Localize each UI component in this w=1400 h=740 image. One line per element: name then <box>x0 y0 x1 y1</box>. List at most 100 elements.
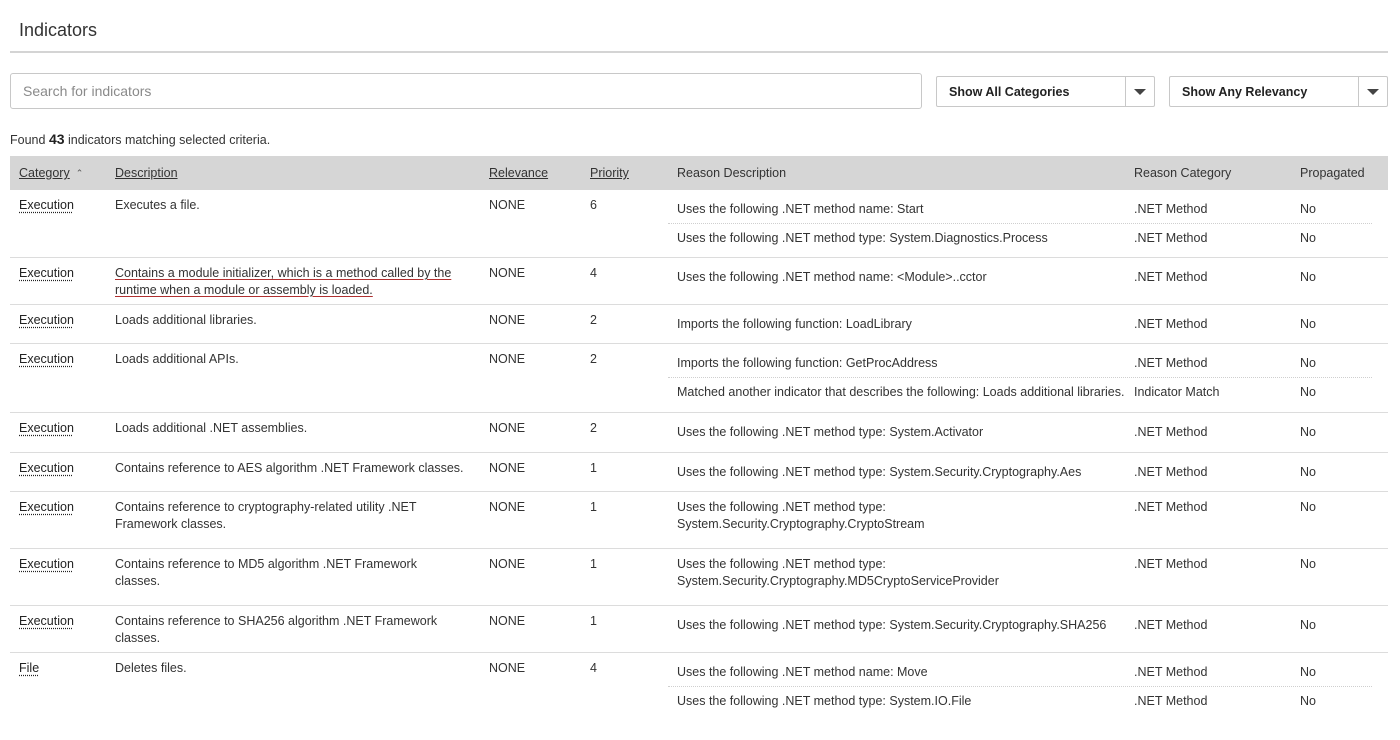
column-header-propagated: Propagated <box>1300 166 1365 180</box>
indicator-description: Loads additional .NET assemblies. <box>115 421 308 435</box>
table-row: Execution Contains reference to MD5 algo… <box>10 549 1388 606</box>
reason-entry: Uses the following .NET method type: Sys… <box>668 418 1372 447</box>
column-header-reason-description: Reason Description <box>677 166 787 180</box>
reason-description: Uses the following .NET method type: Sys… <box>677 465 1082 479</box>
category-link[interactable]: File <box>19 660 39 677</box>
table-row: File Deletes files. NONE 4 Uses the foll… <box>10 653 1388 719</box>
category-link[interactable]: Execution <box>19 312 74 329</box>
reason-entry: Uses the following .NET method name: Sta… <box>668 195 1372 224</box>
column-header-category-label: Category <box>19 166 70 180</box>
reason-category: .NET Method <box>1134 202 1208 216</box>
indicator-description: Contains reference to AES algorithm .NET… <box>115 461 464 475</box>
indicators-table: Category ⌃ Description Relevance Priorit… <box>10 156 1388 719</box>
category-link[interactable]: Execution <box>19 613 74 630</box>
sort-ascending-icon: ⌃ <box>75 167 84 178</box>
reason-description: Imports the following function: LoadLibr… <box>677 317 912 331</box>
reason-category: .NET Method <box>1134 356 1208 370</box>
table-row: Execution Executes a file. NONE 6 Uses t… <box>10 190 1388 258</box>
relevancy-filter-toggle[interactable] <box>1358 77 1387 106</box>
priority-value: 2 <box>590 352 597 366</box>
reason-description: Uses the following .NET method type: Sys… <box>677 231 1048 245</box>
results-suffix: indicators matching selected criteria. <box>68 133 271 147</box>
priority-value: 2 <box>590 313 597 327</box>
reason-propagated: No <box>1300 270 1316 284</box>
page-title: Indicators <box>19 20 98 40</box>
table-row: Execution Loads additional .NET assembli… <box>10 413 1388 453</box>
table-row: Execution Loads additional libraries. NO… <box>10 305 1388 344</box>
column-header-reason-category: Reason Category <box>1134 166 1232 180</box>
category-link[interactable]: Execution <box>19 499 74 516</box>
column-header-description[interactable]: Description <box>115 156 178 190</box>
table-row: Execution Contains reference to cryptogr… <box>10 492 1388 549</box>
indicator-description: Contains a module initializer, which is … <box>115 266 452 297</box>
relevance-value: NONE <box>489 661 526 675</box>
results-prefix: Found <box>10 133 46 147</box>
column-header-relevance[interactable]: Relevance <box>489 156 548 190</box>
indicator-description: Executes a file. <box>115 198 200 212</box>
search-input[interactable] <box>10 73 922 109</box>
reason-category: .NET Method <box>1134 425 1208 439</box>
relevance-value: NONE <box>489 557 526 571</box>
results-summary: Found 43 indicators matching selected cr… <box>10 131 270 147</box>
category-link[interactable]: Execution <box>19 556 74 573</box>
reason-description: Uses the following .NET method name: Sta… <box>677 202 924 216</box>
reason-entry: Matched another indicator that describes… <box>668 378 1372 407</box>
category-filter-toggle[interactable] <box>1125 77 1154 106</box>
reason-entry: Uses the following .NET method type: Sys… <box>668 687 1372 716</box>
relevancy-filter-label: Show Any Relevancy <box>1182 84 1308 99</box>
reason-propagated: No <box>1300 317 1316 331</box>
table-row: Execution Contains reference to SHA256 a… <box>10 606 1388 653</box>
reason-entry: Uses the following .NET method name: Mov… <box>668 658 1372 687</box>
reason-propagated: No <box>1300 500 1316 514</box>
reason-entry: Imports the following function: LoadLibr… <box>668 310 1372 339</box>
reason-entry: Uses the following .NET method type: Sys… <box>668 458 1372 487</box>
reason-description: Uses the following .NET method type: Sys… <box>677 618 1107 632</box>
indicator-description: Loads additional APIs. <box>115 352 239 366</box>
reason-propagated: No <box>1300 385 1316 399</box>
column-header-priority-label: Priority <box>590 166 629 180</box>
reason-category: .NET Method <box>1134 270 1208 284</box>
priority-value: 1 <box>590 557 597 571</box>
category-link[interactable]: Execution <box>19 460 74 477</box>
table-row: Execution Contains reference to AES algo… <box>10 453 1388 492</box>
relevance-value: NONE <box>489 198 526 212</box>
column-header-priority[interactable]: Priority <box>590 156 629 190</box>
priority-value: 1 <box>590 500 597 514</box>
reason-propagated: No <box>1300 694 1316 708</box>
reason-category: .NET Method <box>1134 618 1208 632</box>
indicator-description: Loads additional libraries. <box>115 313 257 327</box>
reason-category: .NET Method <box>1134 465 1208 479</box>
relevance-value: NONE <box>489 461 526 475</box>
category-link[interactable]: Execution <box>19 265 74 282</box>
priority-value: 4 <box>590 266 597 280</box>
reason-entry: Uses the following .NET method type: Sys… <box>668 492 1372 548</box>
relevancy-filter-select[interactable]: Show Any Relevancy <box>1169 76 1388 107</box>
reason-propagated: No <box>1300 618 1316 632</box>
relevance-value: NONE <box>489 614 526 628</box>
results-count: 43 <box>48 131 65 147</box>
priority-value: 6 <box>590 198 597 212</box>
reason-entry: Uses the following .NET method name: <Mo… <box>668 263 1372 292</box>
reason-propagated: No <box>1300 356 1316 370</box>
column-header-relevance-label: Relevance <box>489 166 549 180</box>
table-row: Execution Contains a module initializer,… <box>10 258 1388 305</box>
relevance-value: NONE <box>489 352 526 366</box>
priority-value: 4 <box>590 661 597 675</box>
reason-propagated: No <box>1300 425 1316 439</box>
reason-entry: Uses the following .NET method type: Sys… <box>668 549 1372 605</box>
reason-description: Uses the following .NET method name: <Mo… <box>677 270 987 284</box>
category-filter-select[interactable]: Show All Categories <box>936 76 1155 107</box>
indicator-description: Contains reference to MD5 algorithm .NET… <box>115 557 417 588</box>
reason-category: .NET Method <box>1134 317 1208 331</box>
column-header-category[interactable]: Category ⌃ <box>19 156 83 190</box>
category-link[interactable]: Execution <box>19 420 74 437</box>
priority-value: 2 <box>590 421 597 435</box>
reason-entry: Uses the following .NET method type: Sys… <box>668 224 1372 253</box>
reason-category: Indicator Match <box>1134 385 1220 399</box>
priority-value: 1 <box>590 614 597 628</box>
reason-description: Imports the following function: GetProcA… <box>677 356 938 370</box>
reason-category: .NET Method <box>1134 500 1208 514</box>
category-link[interactable]: Execution <box>19 351 74 368</box>
reason-category: .NET Method <box>1134 231 1208 245</box>
category-link[interactable]: Execution <box>19 197 74 214</box>
